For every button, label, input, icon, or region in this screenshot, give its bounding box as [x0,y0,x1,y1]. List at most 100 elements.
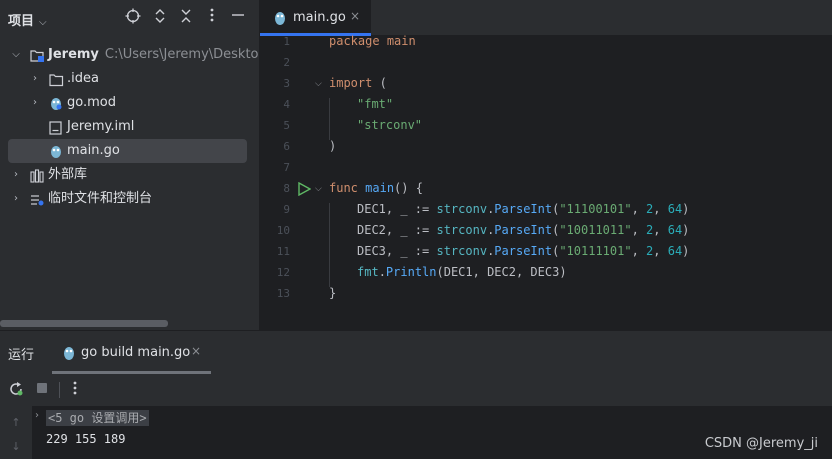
close-icon[interactable]: × [350,9,360,23]
tree-item-external-libraries[interactable]: › 外部库 [0,163,259,187]
keyword: package [329,34,380,48]
run-gutter-icon[interactable] [297,181,312,197]
tree-item-label: go.mod [67,95,116,110]
fold-chevron-icon[interactable]: ⌵ [315,184,322,194]
arrow-up-icon[interactable]: ↑ [9,416,23,429]
run-tab-label: go build main.go [81,345,191,360]
code-line-3: import ( [329,76,387,90]
function-name: main [365,181,395,195]
line-number: 9 [283,203,290,216]
string-literal: "11100101" [559,202,632,216]
more-vertical-icon[interactable] [66,381,84,399]
code-text: DEC3, _ := [357,244,437,258]
console-gutter: ↑ ↓ [0,406,32,459]
tree-item-label: 外部库 [48,167,88,182]
line-number: 10 [276,224,290,237]
number-literal: 64 [667,223,683,237]
watermark: CSDN @Jeremy_ji [704,436,818,451]
line-number: 7 [283,161,290,174]
code-text: , [653,223,668,237]
fold-chevron-icon[interactable]: ⌵ [315,79,322,89]
chevron-right-icon[interactable]: › [10,187,22,211]
code-line-1: package main [329,34,416,48]
console-output[interactable]: ↑ ↓ › <5 go 设置调用> 229 155 189 [0,406,832,459]
minimize-icon[interactable] [229,8,247,26]
go-file-icon [273,10,287,26]
paren: ( [379,76,387,90]
selection-highlight [8,139,247,163]
tree-item-go-mod[interactable]: › go.mod [0,91,259,115]
folder-icon [49,72,64,87]
code-text: (DEC1, DEC2, DEC3) [436,265,567,279]
number-literal: 64 [667,244,683,258]
collapse-all-icon[interactable] [177,8,195,26]
string-literal: "fmt" [357,97,394,111]
indent-guide [329,98,330,140]
project-view-selector[interactable]: 项目 ⌵ [8,10,47,29]
code-line-11: DEC3, _ := strconv.ParseInt("10111101", … [357,244,689,258]
chevron-down-icon[interactable]: ⌵ [10,43,22,67]
code-text: , [653,244,668,258]
package-ref: strconv [436,202,488,216]
string-literal: "10011011" [559,223,632,237]
tree-item-jeremy[interactable]: ⌵ Jeremy C:\Users\Jeremy\Desktop\G [0,43,259,67]
code-line-8: func main() { [329,181,423,195]
line-number: 11 [276,245,290,258]
tree-item-jeremy-iml[interactable]: Jeremy.iml [0,115,259,139]
tree-item-path: C:\Users\Jeremy\Desktop\G [104,47,259,62]
line-number: 3 [283,77,290,90]
indent-guide [329,203,330,287]
code-text: ) [682,202,690,216]
code-text: , [631,202,647,216]
setup-call-label: <5 go 设置调用> [46,410,149,426]
tree-item-label: 临时文件和控制台 [48,191,153,206]
go-file-icon [49,144,63,158]
horizontal-scrollbar[interactable] [0,320,168,327]
more-vertical-icon[interactable] [203,8,221,26]
code-text: DEC2, _ := [357,223,437,237]
function-call: ParseInt [494,223,553,237]
tree-item-scratches[interactable]: › 临时文件和控制台 [0,187,259,211]
code-text: ) [682,244,690,258]
chevron-right-icon[interactable]: › [35,410,39,421]
package-ref: fmt [357,265,379,279]
code-text: ) [682,223,690,237]
tree-item-main-go[interactable]: main.go [0,139,259,163]
code-text: , [653,202,668,216]
code-text: () { [394,181,423,195]
code-text: , [631,244,647,258]
code-editor[interactable]: main.go × 1 2 3 4 5 6 7 8 9 10 11 12 13 … [260,0,832,330]
arrow-down-icon[interactable]: ↓ [9,440,23,453]
function-call: ParseInt [494,202,553,216]
run-tool-window: 运行 go build main.go × ↑ ↓ › <5 go 设置调用> … [0,330,832,459]
stop-icon[interactable] [33,381,51,399]
crosshair-icon[interactable] [124,8,142,26]
line-number: 1 [283,35,290,48]
expand-all-icon[interactable] [151,8,169,26]
rerun-icon[interactable] [7,381,25,399]
tree-item-label: main.go [67,143,120,158]
console-setup-line[interactable]: <5 go 设置调用> [46,409,149,426]
tree-item-label: Jeremy.iml [67,119,135,134]
module-folder-icon [30,48,44,62]
line-number: 2 [283,56,290,69]
chevron-right-icon[interactable]: › [29,91,41,115]
code-line-4: "fmt" [357,97,393,111]
code-line-5: "strconv" [357,118,422,132]
code-line-12: fmt.Println(DEC1, DEC2, DEC3) [357,265,567,279]
editor-tabbar: main.go × [260,0,832,36]
keyword: func [329,181,358,195]
close-icon[interactable]: × [191,344,201,358]
chevron-right-icon[interactable]: › [29,67,41,91]
tree-item-idea[interactable]: › .idea [0,67,259,91]
chevron-right-icon[interactable]: › [10,163,22,187]
run-tab-go-build[interactable]: go build main.go × [52,334,211,374]
project-panel: 项目 ⌵ ⌵ Jeremy C:\Users\Jeremy\Desktop\G [0,0,259,330]
line-number: 12 [276,266,290,279]
string-literal: "strconv" [357,118,423,132]
scratches-icon [30,192,44,206]
line-number: 13 [276,287,290,300]
tab-main-go[interactable]: main.go × [260,0,371,36]
tab-label: main.go [293,10,346,25]
toolbar-separator [59,382,60,398]
